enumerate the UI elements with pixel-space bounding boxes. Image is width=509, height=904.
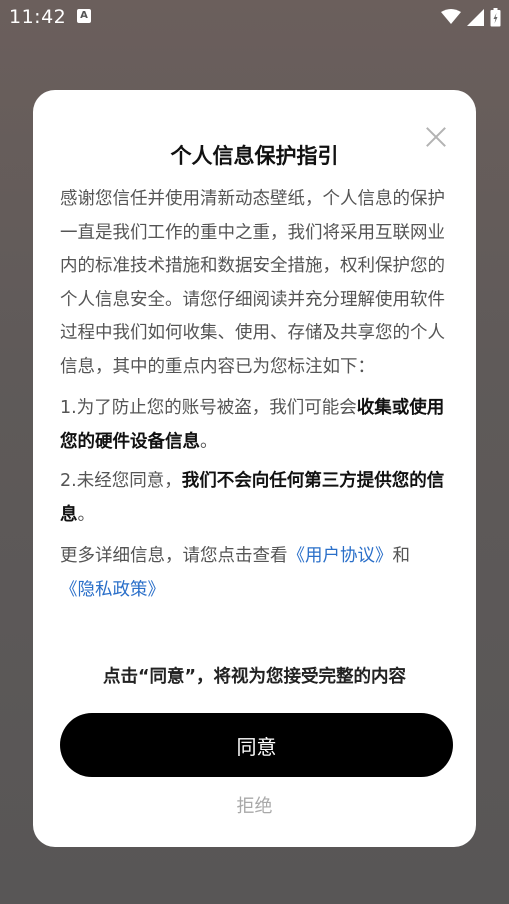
agree-button[interactable]: 同意 [60, 713, 453, 777]
intro-paragraph: 感谢您信任并使用清新动态壁纸，个人信息的保护一直是我们工作的重中之重，我们将采用… [60, 189, 445, 377]
item-2: 2.未经您同意，我们不会向任何第三方提供您的信息。 [60, 465, 450, 532]
notification-icon: A [77, 9, 91, 23]
item-1-suffix: 。 [200, 431, 218, 452]
refuse-button[interactable]: 拒绝 [33, 792, 476, 818]
item-1-prefix: 1.为了防止您的账号被盗，我们可能会 [60, 398, 357, 418]
more-info: 更多详细信息，请您点击查看《用户协议》和《隐私政策》 [60, 540, 450, 607]
dialog-title: 个人信息保护指引 [170, 144, 339, 168]
battery-icon [490, 7, 501, 26]
signal-icon [467, 8, 484, 26]
more-info-and: 和 [392, 546, 411, 566]
privacy-policy-link[interactable]: 《隐私政策》 [60, 580, 165, 600]
more-info-prefix: 更多详细信息，请您点击查看 [60, 546, 288, 566]
privacy-dialog: 个人信息保护指引 感谢您信任并使用清新动态壁纸，个人信息的保护一直是我们工作的重… [33, 90, 476, 847]
wifi-icon [441, 9, 461, 24]
status-time: 11:42 [9, 6, 67, 28]
item-1: 1.为了防止您的账号被盗，我们可能会收集或使用您的硬件设备信息。 [60, 392, 450, 459]
user-agreement-link[interactable]: 《用户协议》 [288, 546, 393, 566]
consent-notice: 点击“同意”，将视为您接受完整的内容 [102, 667, 406, 687]
system-icons [441, 7, 501, 27]
item-2-suffix: 。 [77, 504, 96, 525]
dialog-content: 感谢您信任并使用清新动态壁纸，个人信息的保护一直是我们工作的重中之重，我们将采用… [60, 183, 450, 607]
status-bar: 11:42 A [0, 0, 509, 36]
item-2-prefix: 2.未经您同意， [60, 471, 182, 491]
